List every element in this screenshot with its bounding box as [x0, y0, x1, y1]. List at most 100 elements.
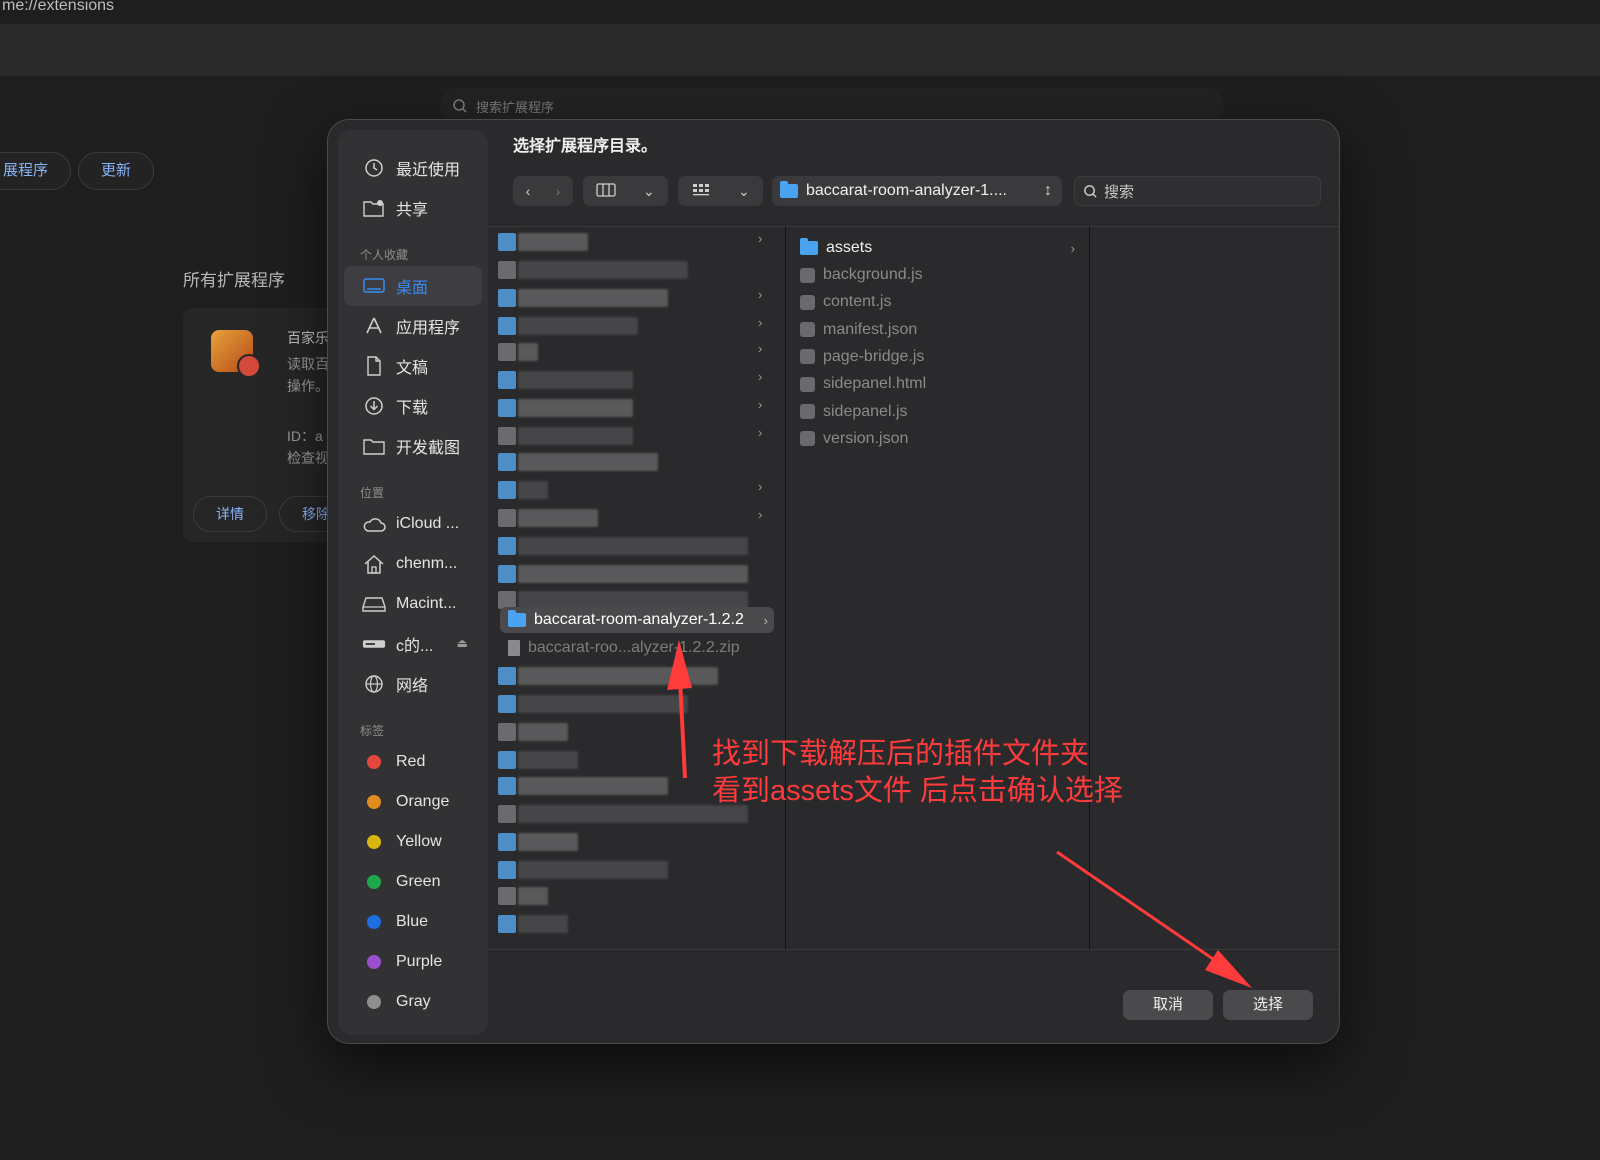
blurred-row: [498, 481, 548, 499]
blurred-item-name: [518, 453, 658, 471]
blurred-item-icon: [498, 317, 516, 335]
folder-icon: [780, 181, 798, 198]
blurred-item-icon: [498, 453, 516, 471]
sidebar-item-dev-screenshots[interactable]: 开发截图: [338, 426, 488, 466]
group-grid-icon: [691, 183, 711, 200]
sidebar-label: Macint...: [396, 595, 457, 612]
sidebar-item-tag-yellow[interactable]: Yellow: [338, 822, 488, 862]
favorites-section-title: 个人收藏: [360, 248, 409, 262]
file-row[interactable]: background.js: [800, 262, 1075, 288]
folder-name: assets: [826, 239, 873, 256]
zip-file-row[interactable]: baccarat-roo...alyzer-1.2.2.zip: [500, 635, 774, 661]
blurred-item-name: [518, 833, 578, 851]
blurred-item-name: [518, 261, 688, 279]
search-placeholder: 搜索扩展程序: [476, 99, 555, 115]
dialog-search-field[interactable]: 搜索: [1074, 176, 1321, 206]
update-button[interactable]: 更新: [78, 152, 155, 190]
blurred-row: [498, 805, 748, 823]
sidebar-item-shared[interactable]: 共享: [338, 188, 488, 228]
sidebar-item-desktop[interactable]: 桌面: [344, 266, 482, 306]
disk-icon: [362, 592, 386, 616]
folder-row-assets[interactable]: assets ›: [800, 235, 1075, 261]
cancel-button[interactable]: 取消: [1123, 990, 1213, 1020]
search-icon: [1084, 184, 1097, 198]
column-divider[interactable]: [1089, 227, 1090, 949]
blurred-item-icon: [498, 695, 516, 713]
blurred-row: [498, 667, 718, 685]
sidebar-item-tag-red[interactable]: Red: [338, 742, 488, 782]
blurred-item-name: [518, 887, 548, 905]
shared-folder-icon: [362, 196, 386, 220]
search-placeholder: 搜索: [1104, 183, 1135, 201]
details-button[interactable]: 详情: [193, 496, 267, 532]
sidebar-item-applications[interactable]: 应用程序: [338, 306, 488, 346]
file-row[interactable]: sidepanel.html: [800, 371, 1075, 397]
sidebar-item-icloud[interactable]: iCloud ...: [338, 504, 488, 544]
dialog-title: 选择扩展程序目录。: [513, 138, 658, 155]
tag-color-dot: [367, 955, 381, 969]
file-icon: [800, 349, 815, 365]
blurred-item-name: [518, 399, 633, 417]
sidebar-item-tag-blue[interactable]: Blue: [338, 902, 488, 942]
file-name: version.json: [823, 429, 909, 447]
back-arrow-icon[interactable]: ‹: [526, 183, 531, 199]
file-row[interactable]: content.js: [800, 289, 1075, 315]
document-icon: [362, 354, 386, 378]
file-row[interactable]: version.json: [800, 426, 1075, 452]
sidebar-label: 桌面: [396, 280, 429, 297]
blurred-row: [498, 261, 688, 279]
blurred-row: [498, 233, 588, 251]
file-row[interactable]: page-bridge.js: [800, 344, 1075, 370]
sidebar-label: 共享: [396, 202, 429, 219]
sidebar-item-tag-purple[interactable]: Purple: [338, 942, 488, 982]
clock-icon: [362, 156, 386, 180]
chevron-right-icon: ›: [758, 507, 763, 522]
sidebar-label: 下载: [396, 400, 429, 417]
sidebar-item-macintosh-hd[interactable]: Macint...: [338, 584, 488, 624]
dialog-sidebar: 最近使用 共享 个人收藏 桌面 应用程序 文稿 下载 开发截图 位置 iClou…: [338, 130, 488, 1035]
sidebar-item-recents[interactable]: 最近使用: [338, 148, 488, 188]
sidebar-label: Red: [396, 753, 426, 770]
address-bar-url[interactable]: me://extensions: [0, 0, 114, 24]
sidebar-label: 网络: [396, 678, 429, 695]
group-control[interactable]: ⌄: [678, 176, 763, 206]
file-name: background.js: [823, 266, 923, 283]
file-icon: [800, 404, 815, 419]
blurred-item-name: [518, 289, 668, 307]
selected-folder-row[interactable]: baccarat-room-analyzer-1.2.2 ›: [500, 607, 774, 633]
sidebar-item-tag-green[interactable]: Green: [338, 862, 488, 902]
sidebar-item-documents[interactable]: 文稿: [338, 346, 488, 386]
file-row[interactable]: sidepanel.js: [800, 399, 1075, 425]
eject-icon[interactable]: ⏏: [457, 636, 468, 650]
blurred-item-icon: [498, 343, 516, 361]
file-name: sidepanel.js: [823, 402, 908, 420]
external-drive-icon: [362, 632, 386, 656]
tag-color-dot: [367, 915, 381, 929]
sidebar-label: Blue: [396, 913, 429, 930]
file-icon: [800, 267, 815, 283]
file-name: page-bridge.js: [823, 347, 925, 365]
blurred-item-icon: [498, 805, 516, 823]
blurred-item-name: [518, 509, 598, 527]
column-view-icon: [596, 182, 616, 200]
forward-arrow-icon[interactable]: ›: [556, 183, 561, 199]
sidebar-item-external-drive[interactable]: c的... ⏏: [338, 624, 488, 664]
select-button[interactable]: 选择: [1223, 990, 1313, 1020]
sidebar-item-home[interactable]: chenm...: [338, 544, 488, 584]
blurred-row: [498, 777, 668, 795]
file-row[interactable]: manifest.json: [800, 317, 1075, 343]
blurred-item-name: [518, 915, 568, 933]
view-mode-control[interactable]: ⌄: [583, 176, 668, 206]
sidebar-item-tag-orange[interactable]: Orange: [338, 782, 488, 822]
zip-file-icon: [508, 640, 520, 656]
tag-color-dot: [367, 995, 381, 1009]
blurred-row: [498, 371, 633, 389]
path-popup[interactable]: baccarat-room-analyzer-1.... ↕: [772, 176, 1062, 206]
load-unpacked-button[interactable]: 展程序: [0, 152, 72, 190]
sidebar-label: 最近使用: [396, 162, 461, 179]
chevron-right-icon: ›: [763, 612, 768, 628]
folder-icon: [800, 238, 818, 255]
sidebar-item-network[interactable]: 网络: [338, 664, 488, 704]
sidebar-item-downloads[interactable]: 下载: [338, 386, 488, 426]
sidebar-item-tag-gray[interactable]: Gray: [338, 982, 488, 1022]
